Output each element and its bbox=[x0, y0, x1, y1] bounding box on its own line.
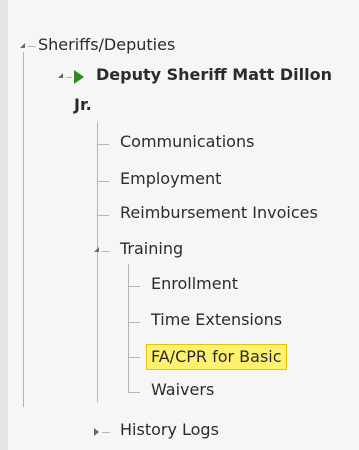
root-expander-icon[interactable] bbox=[18, 41, 28, 51]
tree-connector bbox=[128, 392, 140, 393]
tree-node-deputy[interactable]: Deputy Sheriff Matt Dillon bbox=[96, 65, 332, 84]
tree-node-sheriffs-deputies[interactable]: Sheriffs/Deputies bbox=[38, 35, 175, 54]
tree-node-communications[interactable]: Communications bbox=[120, 132, 254, 151]
tree-node-training[interactable]: Training bbox=[120, 239, 183, 258]
tree-node-employment[interactable]: Employment bbox=[120, 169, 221, 188]
tree-connector bbox=[97, 181, 109, 182]
training-expander-icon[interactable] bbox=[92, 245, 102, 255]
tree-connector bbox=[128, 322, 140, 323]
tree-connector bbox=[66, 77, 72, 78]
tree-connector bbox=[128, 286, 140, 287]
deputy-expander-icon[interactable] bbox=[56, 71, 66, 81]
tree-node-deputy-line2[interactable]: Jr. bbox=[74, 95, 92, 114]
tree-connector bbox=[28, 46, 36, 47]
tree-connector bbox=[97, 144, 109, 145]
tree-node-enrollment[interactable]: Enrollment bbox=[151, 274, 238, 293]
tree-node-time-extensions[interactable]: Time Extensions bbox=[151, 310, 282, 329]
tree-node-waivers[interactable]: Waivers bbox=[151, 380, 214, 399]
tree-connector bbox=[128, 357, 140, 358]
tree-node-fa-cpr-for-basic[interactable]: FA/CPR for Basic bbox=[146, 344, 287, 370]
panel-left-border bbox=[0, 0, 8, 450]
collapsed-arrow-icon bbox=[94, 428, 99, 436]
tree-connector bbox=[102, 251, 110, 252]
expanded-arrow-icon bbox=[20, 43, 25, 48]
history-logs-expander-icon[interactable] bbox=[92, 427, 102, 437]
play-arrow-icon bbox=[74, 70, 84, 84]
tree-connector bbox=[102, 432, 110, 433]
tree-node-reimbursement-invoices[interactable]: Reimbursement Invoices bbox=[120, 203, 318, 222]
tree-node-history-logs[interactable]: History Logs bbox=[120, 420, 219, 439]
tree-connector bbox=[97, 215, 109, 216]
tree-connector bbox=[128, 264, 129, 392]
tree-connector bbox=[97, 122, 98, 402]
expanded-arrow-icon bbox=[58, 73, 63, 78]
tree-connector bbox=[23, 52, 24, 407]
expanded-arrow-icon bbox=[94, 247, 99, 252]
